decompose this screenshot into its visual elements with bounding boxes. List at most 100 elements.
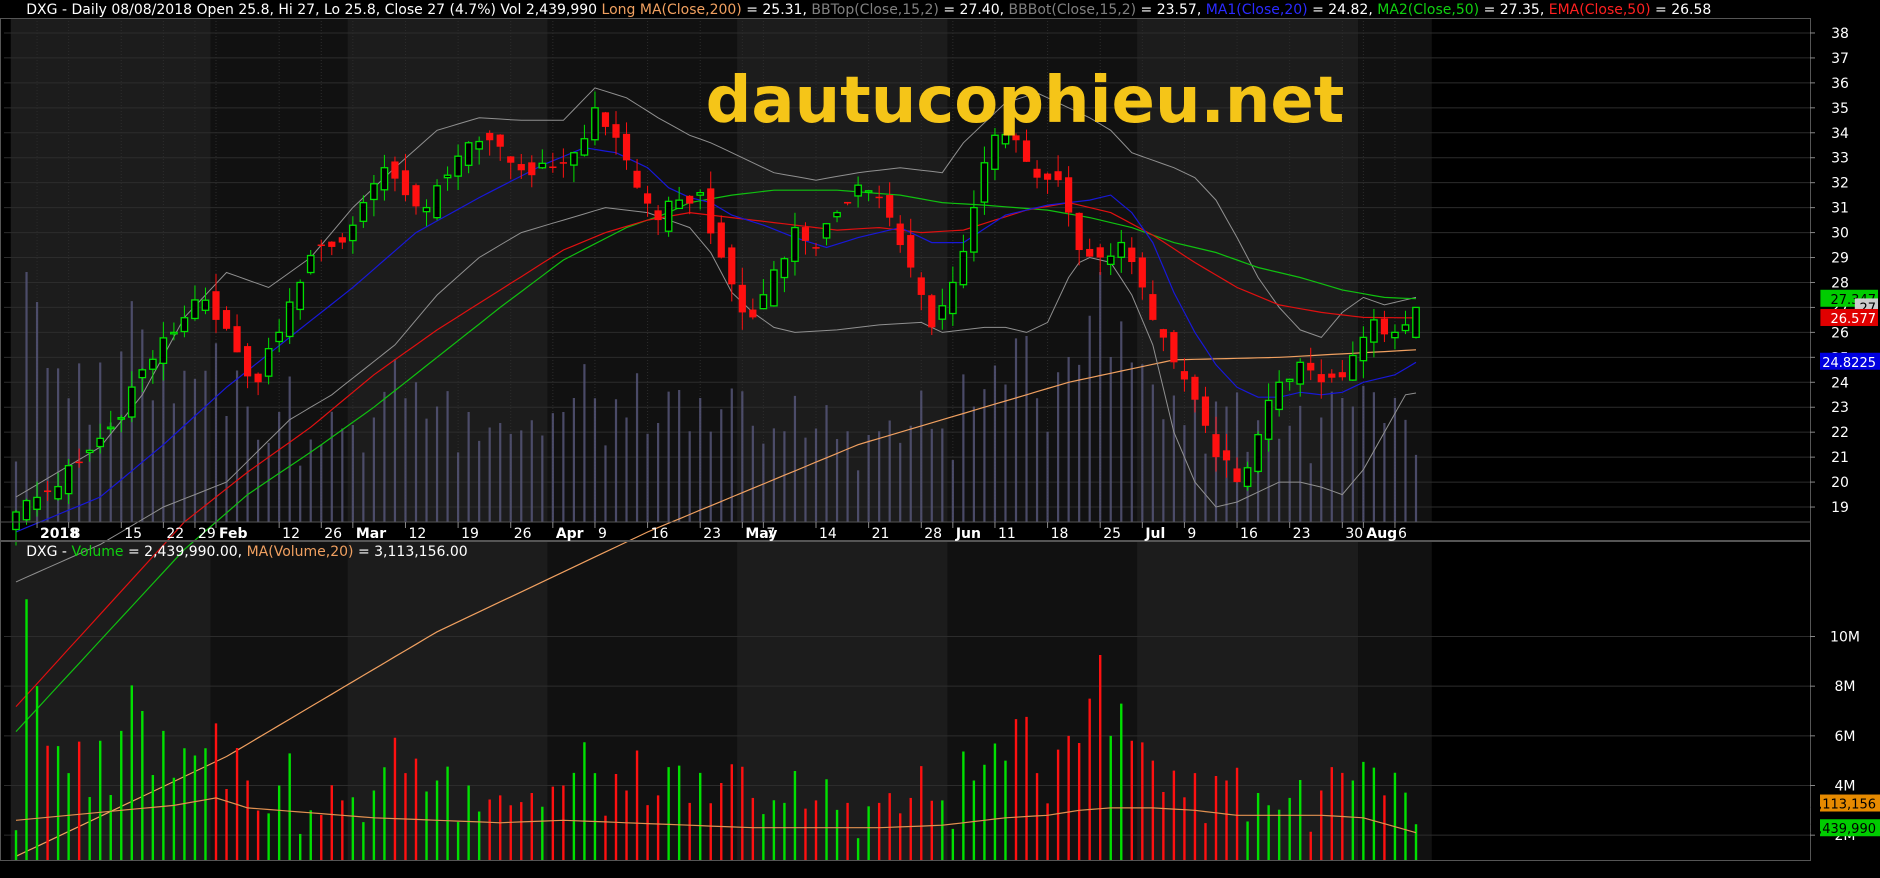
- candle-body-down: [896, 223, 904, 246]
- candle-body-up: [170, 331, 178, 335]
- candle-body-up: [85, 449, 94, 454]
- candle-body-up: [1296, 361, 1305, 385]
- candle-body-up: [348, 224, 357, 242]
- date-tick-label: 11: [998, 526, 1016, 542]
- candle-body-down: [601, 112, 610, 127]
- candle-body-down: [707, 188, 715, 234]
- candle-body-down: [559, 162, 567, 164]
- candle-body-down: [75, 461, 83, 464]
- candle-body-up: [191, 299, 199, 320]
- candle-body-up: [443, 174, 452, 179]
- candle-body-down: [317, 244, 325, 247]
- candle-body-down: [212, 291, 220, 320]
- price-tick-label: 30: [1831, 226, 1849, 242]
- candle-body-down: [1170, 332, 1178, 363]
- date-tick-label: 16: [651, 526, 669, 542]
- candle-body-down: [243, 346, 252, 377]
- candle-body-up: [475, 140, 484, 150]
- header-bbbot-value: = 23.57: [1141, 2, 1197, 18]
- date-tick-label: 9: [1187, 526, 1196, 542]
- header-ticker: DXG: [26, 2, 57, 18]
- candle-body-down: [1233, 468, 1241, 483]
- candle-body-up: [1243, 467, 1252, 488]
- candle-body-up: [1264, 399, 1273, 440]
- candle-body-up: [1370, 319, 1378, 343]
- candle-body-up: [159, 337, 168, 364]
- candle-body-up: [696, 192, 705, 196]
- candle-body-up: [264, 348, 273, 377]
- candle-body-down: [1033, 168, 1041, 178]
- candle-body-up: [96, 437, 105, 448]
- date-tick-label: 18: [1051, 526, 1069, 542]
- date-tick-label: 21: [872, 526, 890, 542]
- candle-body-up: [664, 200, 673, 232]
- candle-body-up: [422, 206, 431, 213]
- volume-header-vol-value: = 2,439,990.00,: [128, 544, 242, 560]
- candle-body-down: [1054, 171, 1062, 181]
- date-tick-label: Apr: [556, 526, 584, 542]
- candle-body-up: [1412, 306, 1420, 339]
- candle-body-up: [285, 301, 294, 338]
- date-tick-label: Jun: [955, 526, 981, 542]
- date-tick-label: 8: [72, 526, 81, 542]
- candle-body-up: [1391, 331, 1399, 339]
- date-tick-label: 12: [408, 526, 426, 542]
- candle-body-up: [127, 386, 136, 418]
- candle-body-down: [717, 222, 725, 258]
- candle-body-down: [749, 309, 757, 318]
- candle-body-up: [54, 485, 62, 500]
- candle-body-down: [233, 326, 241, 353]
- price-tick-label: 34: [1831, 126, 1849, 142]
- date-tick-label: 19: [461, 526, 479, 542]
- candle-body-up: [12, 511, 20, 531]
- candle-body-up: [1285, 378, 1294, 382]
- date-tick-label: 7: [766, 526, 775, 542]
- candle-body-up: [180, 317, 189, 333]
- price-tick-label: 29: [1831, 251, 1849, 267]
- price-tick-label: 21: [1831, 450, 1849, 466]
- candle-body-down: [43, 490, 52, 493]
- volume-header-ticker: DXG -: [26, 544, 67, 560]
- month-band: [737, 541, 948, 860]
- candle-body-up: [33, 496, 41, 510]
- candle-body-up: [580, 138, 589, 156]
- header-ema50-value: = 26.58: [1655, 2, 1711, 18]
- price-tick-label: 31: [1831, 201, 1849, 217]
- volume-tick-label: 10M: [1830, 630, 1860, 646]
- candle-body-down: [507, 156, 515, 163]
- candle-body-down: [633, 170, 641, 188]
- candle-body-down: [1128, 247, 1136, 263]
- candle-body-down: [549, 166, 557, 169]
- candle-body-down: [1317, 374, 1325, 383]
- header-bbtop-value: = 27.40: [943, 2, 999, 18]
- date-tick-label: 6: [1398, 526, 1407, 542]
- candle-body-up: [980, 162, 989, 203]
- header-ma50-value: = 27.35: [1484, 2, 1540, 18]
- header-ma200-name: Long MA(Close,200): [602, 2, 742, 18]
- price-tick-label: 32: [1831, 176, 1849, 192]
- date-tick-label: 16: [1240, 526, 1258, 542]
- price-tick-label: 37: [1831, 51, 1849, 67]
- candle-body-up: [22, 499, 31, 521]
- header-ohlc: Open 25.8, Hi 27, Lo 25.8, Close 27 (4.7…: [196, 2, 597, 18]
- candle-body-up: [433, 185, 441, 219]
- candle-body-down: [1075, 212, 1083, 251]
- candle-body-up: [970, 206, 978, 253]
- chart-header: DXG - Daily 08/08/2018 Open 25.8, Hi 27,…: [4, 2, 1725, 18]
- candle-body-up: [1275, 381, 1284, 411]
- price-tick-label: 20: [1831, 475, 1849, 491]
- header-ma20-name: MA1(Close,20): [1206, 2, 1308, 18]
- candle-body-up: [1117, 241, 1126, 258]
- candle-body-up: [106, 426, 115, 430]
- candle-body-down: [622, 133, 631, 161]
- date-tick-label: 29: [198, 526, 216, 542]
- candle-body-down: [486, 132, 494, 141]
- date-tick-label: 12: [282, 526, 300, 542]
- candle-body-up: [1401, 324, 1410, 332]
- candle-body-up: [948, 281, 957, 315]
- candle-body-up: [1106, 255, 1115, 266]
- candle-body-up: [675, 199, 684, 210]
- candle-body-up: [454, 155, 462, 177]
- date-tick-label: 30: [1345, 526, 1363, 542]
- candle-body-down: [1149, 294, 1157, 320]
